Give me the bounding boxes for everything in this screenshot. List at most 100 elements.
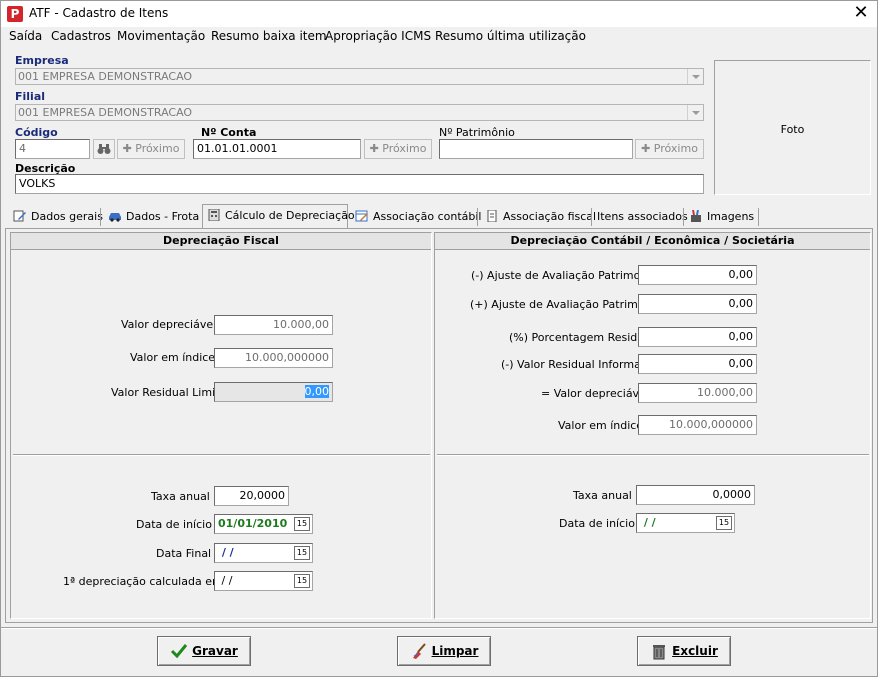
tab-associacao-contabil-label: Associação contábil [373, 210, 482, 223]
conta-field[interactable]: 01.01.01.0001 [193, 139, 361, 159]
proximo-patrimonio-label: Próximo [653, 142, 698, 155]
contabil-valor-depreciavel-field[interactable]: 10.000,00 [638, 383, 757, 403]
proximo-codigo-button[interactable]: ✚ Próximo [117, 139, 185, 159]
tab-itens-associados[interactable]: Itens associados [593, 207, 688, 228]
menu-movimentacao[interactable]: Movimentação [117, 29, 205, 43]
filial-label: Filial [15, 90, 46, 103]
tab-divider [477, 208, 478, 226]
excluir-label: Excluir [672, 644, 718, 658]
contabil-valor-residual-field[interactable]: 0,00 [638, 354, 757, 374]
gravar-label: Gravar [192, 644, 238, 658]
fiscal-primeira-field[interactable]: / / 15 [214, 571, 313, 591]
patrimonio-field[interactable] [439, 139, 633, 159]
contabil-taxa-anual-field[interactable]: 0,0000 [636, 485, 755, 505]
calendar-icon[interactable]: 15 [716, 516, 732, 530]
tab-dados-frota[interactable]: Dados - Frota [104, 207, 199, 228]
contabil-header: Depreciação Contábil / Econômica / Socie… [435, 233, 870, 250]
contabil-porc-residual-field[interactable]: 0,00 [638, 327, 757, 347]
window-title: ATF - Cadastro de Itens [29, 6, 169, 20]
contabil-valor-residual-label: (-) Valor Residual Informado [501, 358, 655, 371]
codigo-field[interactable]: 4 [15, 139, 90, 159]
fiscal-data-inicio-field[interactable]: 01/01/2010 15 [214, 514, 313, 534]
fiscal-valor-indice-field[interactable]: 10.000,000000 [214, 348, 333, 368]
calendar-icon[interactable]: 15 [294, 546, 310, 560]
car-icon [109, 213, 121, 222]
fiscal-valor-depreciavel-field[interactable]: 10.000,00 [214, 315, 333, 335]
excluir-button[interactable]: Excluir [637, 636, 731, 666]
fiscal-primeira-value: / / [218, 574, 233, 587]
menu-resumo-baixa-item[interactable]: Resumo baixa item [211, 29, 327, 43]
fiscal-data-final-field[interactable]: / / 15 [214, 543, 313, 563]
trash-icon [653, 644, 666, 659]
tab-associacao-fiscal[interactable]: Associação fiscal [481, 207, 596, 228]
pencil-doc-icon [13, 210, 26, 222]
calendar-icon[interactable]: 15 [294, 574, 310, 588]
tab-associacao-fiscal-label: Associação fiscal [503, 210, 597, 223]
tab-calculo-depreciacao-label: Cálculo de Depreciação [225, 209, 355, 222]
plus-icon: ✚ [369, 142, 379, 155]
fiscal-valor-indice-label: Valor em índice [130, 351, 216, 364]
filial-select[interactable]: 001 EMPRESA DEMONSTRACAO [15, 104, 704, 121]
contabil-data-inicio-field[interactable]: / / 15 [636, 513, 735, 533]
contabil-taxa-anual-label: Taxa anual [573, 489, 632, 502]
contabil-ajuste-neg-field[interactable]: 0,00 [638, 265, 757, 285]
fiscal-taxa-anual-field[interactable]: 20,0000 [214, 486, 289, 506]
contabil-porc-residual-label: (%) Porcentagem Residual [509, 331, 655, 344]
broom-icon [412, 642, 426, 659]
contabil-valor-indice-label: Valor em índice [558, 419, 644, 432]
calculator-icon [208, 209, 220, 221]
tab-associacao-contabil[interactable]: Associação contábil [351, 207, 481, 228]
contabil-ajuste-neg-label: (-) Ajuste de Avaliação Patrimonial [471, 269, 661, 282]
fiscal-divider [13, 454, 430, 456]
limpar-button[interactable]: Limpar [397, 636, 491, 666]
contabil-divider [437, 454, 869, 456]
fiscal-data-final-label: Data Final [156, 547, 212, 560]
contabil-ajuste-pos-field[interactable]: 0,00 [638, 294, 757, 314]
empresa-select[interactable]: 001 EMPRESA DEMONSTRACAO [15, 68, 704, 85]
fiscal-data-inicio-value: 01/01/2010 [218, 517, 288, 530]
chevron-down-icon[interactable] [687, 105, 703, 120]
menu-apropriacao-icms[interactable]: Apropriação ICMS [325, 29, 431, 43]
fiscal-residual-limite-value: 0,00 [304, 385, 329, 398]
fiscal-residual-limite-field[interactable]: 0,00 [214, 382, 333, 402]
plus-icon: ✚ [641, 142, 651, 155]
fiscal-data-inicio-label: Data de início [136, 518, 212, 531]
tab-dados-gerais-label: Dados gerais [31, 210, 103, 223]
tab-divider [100, 208, 101, 226]
gravar-button[interactable]: Gravar [157, 636, 251, 666]
codigo-label: Código [15, 126, 58, 139]
fiscal-taxa-anual-label: Taxa anual [151, 490, 210, 503]
proximo-codigo-label: Próximo [135, 142, 180, 155]
app-logo-icon: P [7, 6, 23, 22]
title-bar: P ATF - Cadastro de Itens ✕ [1, 1, 877, 27]
close-icon[interactable]: ✕ [849, 3, 873, 25]
footer-divider [1, 627, 877, 629]
checkmark-icon [171, 643, 188, 658]
contabil-data-inicio-value: / / [640, 516, 656, 529]
main-window: P ATF - Cadastro de Itens ✕ Saída Cadast… [0, 0, 878, 677]
tab-divider [591, 208, 592, 226]
tab-calculo-depreciacao[interactable]: Cálculo de Depreciação [202, 204, 355, 229]
contabil-valor-indice-field[interactable]: 10.000,000000 [638, 415, 757, 435]
fiscal-primeira-label: 1ª depreciação calculada em [63, 575, 223, 588]
empresa-value: 001 EMPRESA DEMONSTRACAO [18, 70, 193, 83]
tab-dados-gerais[interactable]: Dados gerais [9, 207, 103, 228]
tab-imagens[interactable]: Imagens [685, 207, 759, 228]
fiscal-header: Depreciação Fiscal [11, 233, 431, 250]
chevron-down-icon[interactable] [687, 69, 703, 84]
foto-panel[interactable]: Foto [714, 60, 871, 195]
calendar-icon[interactable]: 15 [294, 517, 310, 531]
menu-saida[interactable]: Saída [9, 29, 42, 43]
edit-table-icon [355, 210, 368, 222]
proximo-patrimonio-button[interactable]: ✚ Próximo [635, 139, 704, 159]
fiscal-data-final-value: / / [218, 546, 234, 559]
foto-label: Foto [780, 123, 805, 136]
binoculars-icon[interactable] [93, 139, 115, 159]
menu-resumo-ultima-utilizacao[interactable]: Resumo última utilização [435, 29, 586, 43]
menu-cadastros[interactable]: Cadastros [51, 29, 111, 43]
descricao-field[interactable]: VOLKS [15, 174, 704, 194]
contabil-data-inicio-label: Data de início [559, 517, 635, 530]
plus-icon: ✚ [122, 142, 132, 155]
proximo-conta-button[interactable]: ✚ Próximo [364, 139, 432, 159]
tab-itens-associados-label: Itens associados [597, 210, 688, 223]
